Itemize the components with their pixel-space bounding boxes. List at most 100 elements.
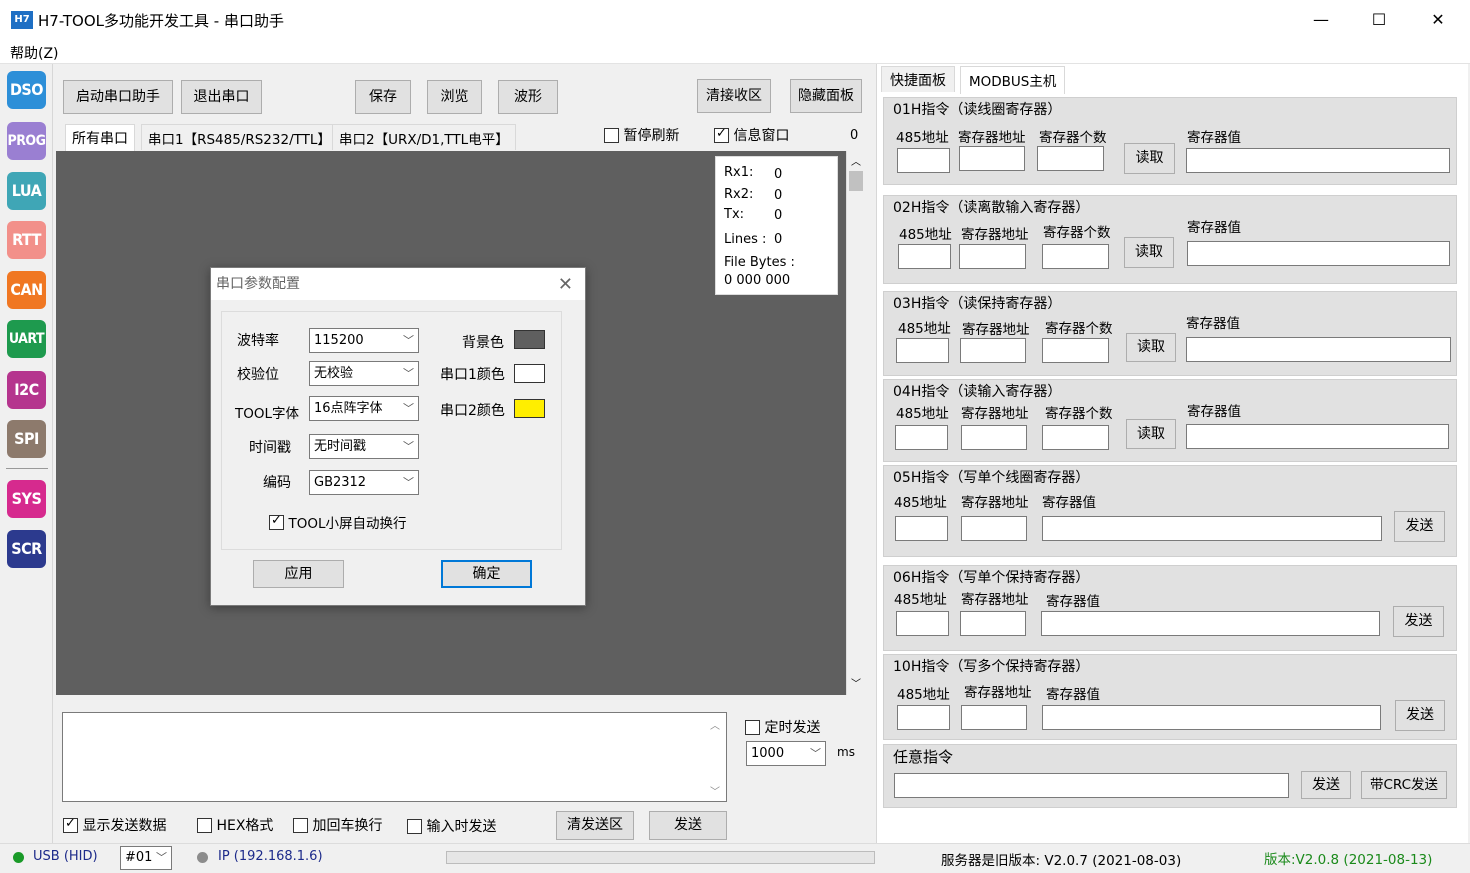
read-button[interactable]: 读取	[1126, 419, 1176, 449]
waveform-button[interactable]: 波形	[498, 80, 558, 114]
bg-color-swatch[interactable]	[514, 330, 545, 349]
crlf-checkbox[interactable]: 加回车换行	[293, 815, 382, 835]
interval-select[interactable]: 1000 ﹀	[746, 741, 826, 766]
addr485-input[interactable]	[897, 705, 950, 730]
send-button[interactable]: 发送	[1394, 511, 1445, 542]
addr485-input[interactable]	[896, 611, 949, 636]
sidebar-item-sys[interactable]: SYS	[7, 480, 46, 518]
sidebar-item-i2c[interactable]: I2C	[7, 371, 46, 409]
reg-addr-input[interactable]	[961, 516, 1027, 541]
reg-count-input[interactable]	[1042, 338, 1109, 363]
port1-color-swatch[interactable]	[514, 364, 545, 383]
reg-value-input[interactable]	[1042, 705, 1381, 730]
sidebar-item-can[interactable]: CAN	[7, 271, 46, 309]
tab-quick-panel[interactable]: 快捷面板	[881, 66, 955, 92]
scroll-down-icon[interactable]: ﹀	[710, 783, 720, 798]
pause-refresh-checkbox[interactable]: 暂停刷新	[604, 125, 679, 145]
start-serial-button[interactable]: 启动串口助手	[63, 80, 173, 114]
reg-addr-input[interactable]	[959, 244, 1026, 269]
info-window-box[interactable]	[714, 126, 729, 143]
show-send-box[interactable]	[63, 816, 78, 833]
clear-receive-button[interactable]: 清接收区	[697, 79, 771, 113]
hex-checkbox[interactable]: HEX格式	[197, 815, 273, 835]
encoding-select[interactable]: GB2312 ﹀	[309, 470, 419, 495]
device-select[interactable]: #01 ﹀	[120, 846, 172, 870]
any-command-input[interactable]	[894, 773, 1289, 798]
addr485-input[interactable]	[897, 148, 950, 173]
read-button[interactable]: 读取	[1124, 143, 1175, 174]
reg-addr-input[interactable]	[959, 146, 1025, 171]
hex-box[interactable]	[197, 817, 212, 833]
addr485-input[interactable]	[895, 516, 948, 541]
sidebar-item-lua[interactable]: LUA	[7, 172, 46, 210]
close-window-button[interactable]: ✕	[1418, 6, 1458, 34]
exit-serial-button[interactable]: 退出串口	[181, 80, 262, 114]
read-button[interactable]: 读取	[1126, 333, 1176, 362]
autowrap-box[interactable]	[269, 513, 284, 530]
reg-count-input[interactable]	[1042, 244, 1109, 269]
addr485-input[interactable]	[898, 244, 951, 269]
reg-value-label: 寄存器值	[1186, 316, 1240, 332]
timed-send-box[interactable]	[745, 719, 760, 735]
crlf-box[interactable]	[293, 817, 308, 833]
browse-button[interactable]: 浏览	[427, 80, 482, 114]
reg-value-input[interactable]	[1187, 241, 1450, 266]
tab-port1[interactable]: 串口1【RS485/RS232/TTL】	[141, 124, 338, 150]
parity-select[interactable]: 无校验 ﹀	[309, 361, 419, 386]
autowrap-checkbox[interactable]: TOOL小屏自动换行	[269, 512, 406, 532]
port2-color-swatch[interactable]	[514, 399, 545, 418]
reg-value-input[interactable]	[1186, 424, 1449, 449]
menu-help[interactable]: 帮助(Z)	[10, 43, 59, 63]
reg-value-input[interactable]	[1186, 148, 1450, 173]
apply-button[interactable]: 应用	[253, 560, 344, 588]
send-on-input-box[interactable]	[407, 818, 422, 834]
clear-send-button[interactable]: 清发送区	[556, 811, 634, 840]
send-on-input-checkbox[interactable]: 输入时发送	[407, 816, 496, 836]
reg-addr-input[interactable]	[961, 425, 1027, 450]
minimize-button[interactable]: —	[1301, 6, 1341, 34]
sidebar-item-prog[interactable]: PROG	[7, 122, 46, 160]
baud-select[interactable]: 115200 ﹀	[309, 328, 419, 353]
reg-count-input[interactable]	[1037, 146, 1104, 171]
scroll-thumb[interactable]	[849, 171, 863, 191]
scroll-up-icon[interactable]: ︿	[851, 153, 861, 168]
send-button[interactable]: 发送	[1393, 606, 1444, 637]
addr485-input[interactable]	[895, 425, 948, 450]
send-button[interactable]: 发送	[649, 811, 727, 840]
info-window-checkbox[interactable]: 信息窗口	[714, 125, 789, 145]
pause-refresh-box[interactable]	[604, 127, 619, 143]
maximize-button[interactable]: ☐	[1359, 6, 1399, 34]
send-crc-button[interactable]: 带CRC发送	[1361, 771, 1447, 799]
reg-addr-input[interactable]	[960, 338, 1026, 363]
send-button[interactable]: 发送	[1395, 700, 1445, 731]
addr485-input[interactable]	[896, 338, 949, 363]
read-button[interactable]: 读取	[1124, 237, 1174, 268]
receive-scrollbar[interactable]: ︿ ﹀	[846, 151, 865, 695]
sidebar-item-dso[interactable]: DSO	[7, 71, 46, 109]
sidebar-item-spi[interactable]: SPI	[7, 420, 46, 458]
timed-send-checkbox[interactable]: 定时发送	[745, 717, 820, 737]
show-send-checkbox[interactable]: 显示发送数据	[63, 815, 166, 835]
font-select[interactable]: 16点阵字体 ﹀	[309, 396, 419, 421]
tab-all-ports[interactable]: 所有串口	[65, 124, 135, 152]
hide-panel-button[interactable]: 隐藏面板	[790, 79, 862, 113]
reg-addr-input[interactable]	[960, 611, 1026, 636]
timestamp-select[interactable]: 无时间戳 ﹀	[309, 434, 419, 459]
tab-modbus-master[interactable]: MODBUS主机	[960, 66, 1066, 94]
reg-value-input[interactable]	[1042, 516, 1382, 541]
reg-addr-input[interactable]	[961, 705, 1027, 730]
scroll-down-icon[interactable]: ﹀	[851, 675, 861, 690]
tab-port2[interactable]: 串口2【URX/D1,TTL电平】	[332, 124, 516, 150]
reg-value-input[interactable]	[1041, 611, 1380, 636]
sidebar-item-rtt[interactable]: RTT	[7, 221, 46, 259]
ok-button[interactable]: 确定	[441, 560, 532, 588]
reg-count-input[interactable]	[1042, 425, 1109, 450]
dialog-close-icon[interactable]: ✕	[558, 274, 573, 295]
reg-value-input[interactable]	[1186, 337, 1451, 362]
save-button[interactable]: 保存	[355, 80, 411, 114]
scroll-up-icon[interactable]: ︿	[710, 717, 720, 732]
any-send-button[interactable]: 发送	[1301, 771, 1351, 799]
sidebar-item-scr[interactable]: SCR	[7, 530, 46, 568]
send-textarea[interactable]: ︿ ﹀	[62, 712, 727, 802]
sidebar-item-uart[interactable]: UART	[7, 320, 46, 358]
